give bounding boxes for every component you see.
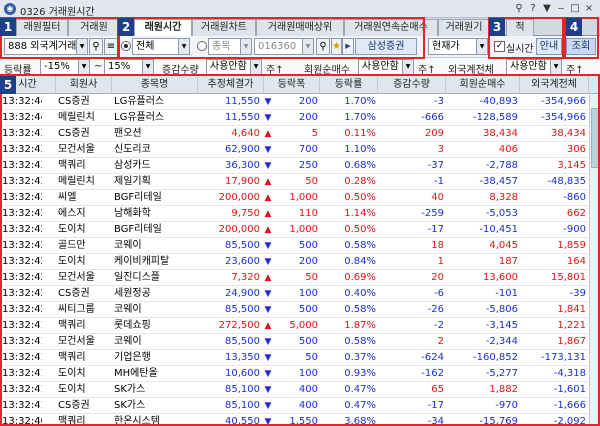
price-type-select[interactable]: 현재가 ▼ <box>428 38 488 55</box>
menu-icon[interactable]: ▼ <box>540 2 554 16</box>
window-title: 0326 거래원시간 <box>20 7 95 18</box>
rate-to-value: 15% <box>108 61 131 72</box>
highlight-box-2 <box>117 17 425 59</box>
close-icon[interactable]: × <box>582 2 596 16</box>
foreign-filter-select[interactable]: 사용안함 ▼ <box>506 59 562 75</box>
marker-2: 2 <box>118 18 134 36</box>
rate-tilde: ~ <box>94 61 103 72</box>
tab-broker-more[interactable]: 거래원기 <box>438 19 490 36</box>
foreign-filter-value: 사용안함 <box>510 61 547 72</box>
marker-5: 5 <box>0 76 16 94</box>
chevron-down-icon[interactable]: ▼ <box>142 60 153 74</box>
net-buy-filter-value: 사용안함 <box>362 61 399 72</box>
title-bar: ◉ 0326 거래원시간 ⚲ ? ▼ ‒ □ × <box>0 0 600 18</box>
chevron-down-icon[interactable]: ▼ <box>78 60 89 74</box>
net-buy-filter-select[interactable]: 사용안함 ▼ <box>358 59 414 75</box>
marker-1: 1 <box>0 18 16 36</box>
chevron-down-icon[interactable]: ▼ <box>250 60 261 74</box>
chevron-down-icon[interactable]: ▼ <box>550 60 561 74</box>
marker-4: 4 <box>566 18 582 36</box>
rate-from-value: -15% <box>44 61 70 72</box>
chevron-down-icon[interactable]: ▼ <box>476 39 487 54</box>
volume-filter-value: 사용안함 <box>210 61 247 72</box>
price-type-value: 현재가 <box>432 41 460 52</box>
highlight-box-1 <box>0 17 120 59</box>
rate-from-select[interactable]: -15% ▼ <box>40 59 90 75</box>
rate-to-select[interactable]: 15% ▼ <box>104 59 154 75</box>
volume-filter-select[interactable]: 사용안함 ▼ <box>206 59 262 75</box>
maximize-icon[interactable]: □ <box>568 2 582 16</box>
minimize-icon[interactable]: ‒ <box>554 2 568 16</box>
help-icon[interactable]: ? <box>526 2 540 16</box>
pin-icon[interactable]: ⚲ <box>512 2 526 16</box>
highlight-box-5 <box>0 74 600 426</box>
app-icon: ◉ <box>4 3 16 15</box>
chevron-down-icon[interactable]: ▼ <box>402 60 413 74</box>
marker-3: 3 <box>489 18 505 36</box>
